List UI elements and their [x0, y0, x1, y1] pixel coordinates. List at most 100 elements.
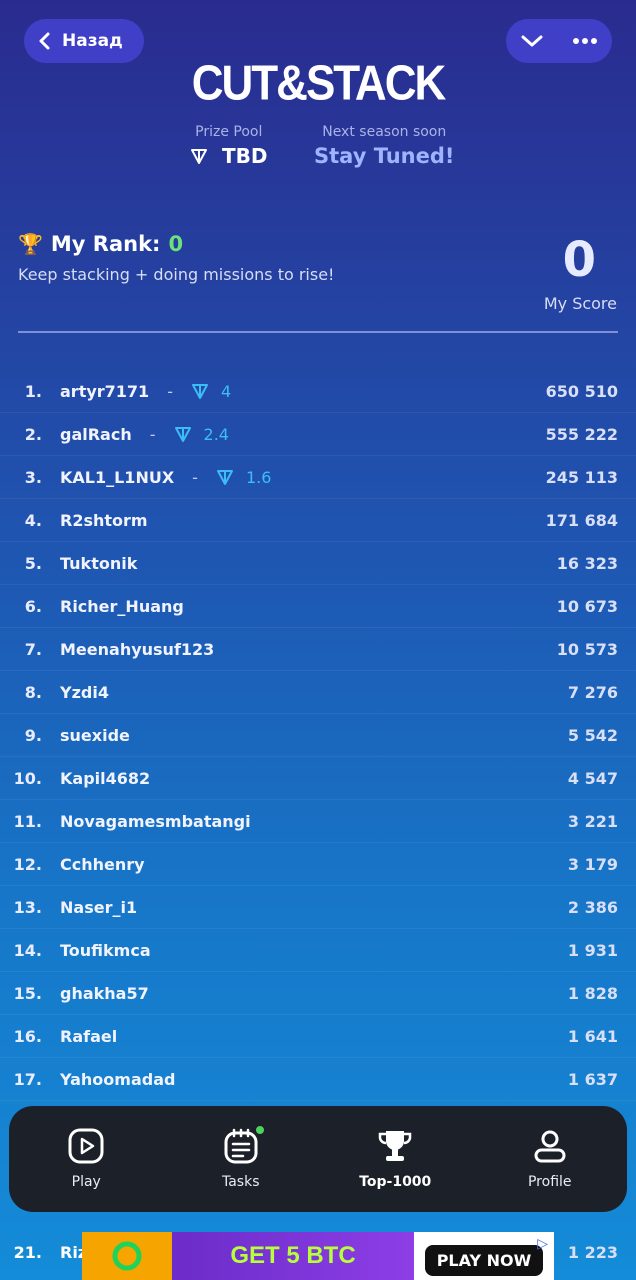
prize-amount: 4 — [191, 382, 231, 401]
more-icon[interactable] — [572, 37, 598, 45]
table-row[interactable]: 10. Kapil4682 4 547 — [0, 757, 636, 800]
my-rank-label: My Rank: — [50, 232, 161, 256]
table-row[interactable]: 14. Toufikmca 1 931 — [0, 929, 636, 972]
prize-amount: 2.4 — [174, 425, 229, 444]
player-name: Meenahyusuf123 — [60, 639, 215, 659]
separator-dash: - — [149, 424, 156, 444]
table-row[interactable]: 9. suexide 5 542 — [0, 714, 636, 757]
table-row[interactable]: 13. Naser_i1 2 386 — [0, 886, 636, 929]
rank-number: 16. — [13, 1026, 42, 1046]
rank-number: 21. — [13, 1242, 42, 1262]
prize-amount: 1.6 — [216, 468, 271, 487]
rank-number: 12. — [13, 854, 42, 874]
table-row[interactable]: 17. Yahoomadad 1 637 — [0, 1058, 636, 1101]
my-rank: 🏆 My Rank: 0 — [18, 232, 183, 256]
nav-label: Profile — [527, 1174, 572, 1190]
player-score: 1 223 — [567, 1242, 618, 1262]
separator-dash: - — [167, 381, 173, 401]
rank-number: 11. — [13, 811, 42, 831]
ton-icon — [191, 384, 208, 399]
nav-label: Tasks — [221, 1174, 260, 1190]
player-name: artyr7171 — [60, 381, 150, 401]
player-name: Tuktonik — [60, 553, 138, 573]
prize-value: 2.4 — [203, 424, 229, 444]
rank-number: 8. — [24, 682, 42, 702]
next-season-value: Stay Tuned! — [314, 144, 455, 168]
ad-banner[interactable]: GET 5 BTC ▷ PLAY NOW — [82, 1232, 554, 1280]
rank-number: 10. — [13, 768, 42, 788]
my-score-value: 0 — [562, 232, 596, 288]
table-row[interactable]: 6. Richer_Huang 10 673 — [0, 585, 636, 628]
rank-number: 4. — [24, 510, 42, 530]
divider — [18, 331, 618, 333]
table-row[interactable]: 3. KAL1_L1NUX - 1.6 245 113 — [0, 456, 636, 499]
player-name: suexide — [60, 725, 130, 745]
player-name: Toufikmca — [60, 940, 151, 960]
bottom-navigation: Play Tasks Top-1000 Profile — [9, 1106, 627, 1212]
nav-tasks[interactable]: Tasks — [164, 1106, 319, 1212]
table-row[interactable]: 1. artyr7171 - 4 650 510 — [0, 370, 636, 413]
rank-number: 9. — [24, 725, 42, 745]
rank-number: 2. — [24, 424, 42, 444]
table-row[interactable]: 2. galRach - 2.4 555 222 — [0, 413, 636, 456]
ton-icon — [191, 149, 207, 164]
table-row[interactable]: 8. Yzdi4 7 276 — [0, 671, 636, 714]
player-score: 4 547 — [567, 768, 618, 788]
notification-dot — [253, 1124, 266, 1136]
ton-icon — [216, 470, 233, 485]
player-score: 555 222 — [545, 424, 618, 444]
my-score-label: My Score — [543, 294, 617, 313]
table-row[interactable]: 15. ghakha57 1 828 — [0, 972, 636, 1015]
player-score: 1 828 — [567, 983, 618, 1003]
nav-profile[interactable]: Profile — [473, 1106, 628, 1212]
player-score: 1 641 — [567, 1026, 618, 1046]
player-name: ghakha57 — [60, 983, 149, 1003]
ad-cta-button[interactable]: PLAY NOW — [424, 1245, 544, 1276]
back-label: Назад — [62, 31, 123, 51]
player-name: Richer_Huang — [60, 596, 184, 616]
my-rank-value: 0 — [168, 232, 184, 256]
nav-top-1000[interactable]: Top-1000 — [318, 1106, 473, 1212]
brand-logo-icon — [112, 1241, 142, 1271]
prize-value: 1.6 — [245, 467, 272, 487]
chevron-down-icon[interactable] — [520, 33, 544, 49]
rank-number: 5. — [24, 553, 42, 573]
table-row[interactable]: 16. Rafael 1 641 — [0, 1015, 636, 1058]
rank-number: 14. — [13, 940, 42, 960]
rank-number: 6. — [24, 596, 42, 616]
ad-logo — [82, 1232, 172, 1280]
next-season-label: Next season soon — [322, 124, 447, 140]
rank-number: 15. — [13, 983, 42, 1003]
ad-choices-icon[interactable]: ▷ — [537, 1236, 548, 1252]
player-name: galRach — [60, 424, 132, 444]
player-name: Kapil4682 — [60, 768, 151, 788]
separator-dash: - — [192, 467, 198, 487]
player-score: 5 542 — [567, 725, 618, 745]
prize-pool-label: Prize Pool — [195, 124, 263, 140]
player-score: 245 113 — [545, 467, 618, 487]
player-score: 171 684 — [545, 510, 618, 530]
rank-number: 13. — [13, 897, 42, 917]
player-score: 10 673 — [556, 596, 618, 616]
ad-cta-area: ▷ PLAY NOW — [414, 1232, 554, 1280]
nav-label: Play — [71, 1174, 101, 1190]
nav-play[interactable]: Play — [9, 1106, 164, 1212]
player-score: 3 179 — [567, 854, 618, 874]
table-row[interactable]: 11. Novagamesmbatangi 3 221 — [0, 800, 636, 843]
player-score: 650 510 — [545, 381, 618, 401]
player-score: 1 637 — [567, 1069, 618, 1089]
table-row[interactable]: 7. Meenahyusuf123 10 573 — [0, 628, 636, 671]
rank-number: 17. — [13, 1069, 42, 1089]
prize-pool: Prize Pool TBD — [190, 124, 268, 168]
player-name: Yahoomadad — [60, 1069, 176, 1089]
table-row[interactable]: 4. R2shtorm 171 684 — [0, 499, 636, 542]
player-name: Novagamesmbatangi — [60, 811, 251, 831]
player-score: 7 276 — [567, 682, 618, 702]
chevron-left-icon — [39, 32, 50, 50]
prize-value: 4 — [220, 381, 232, 401]
player-name: Naser_i1 — [60, 897, 138, 917]
player-name: Rafael — [60, 1026, 118, 1046]
table-row[interactable]: 5. Tuktonik 16 323 — [0, 542, 636, 585]
player-name: Yzdi4 — [60, 682, 109, 702]
table-row[interactable]: 12. Cchhenry 3 179 — [0, 843, 636, 886]
